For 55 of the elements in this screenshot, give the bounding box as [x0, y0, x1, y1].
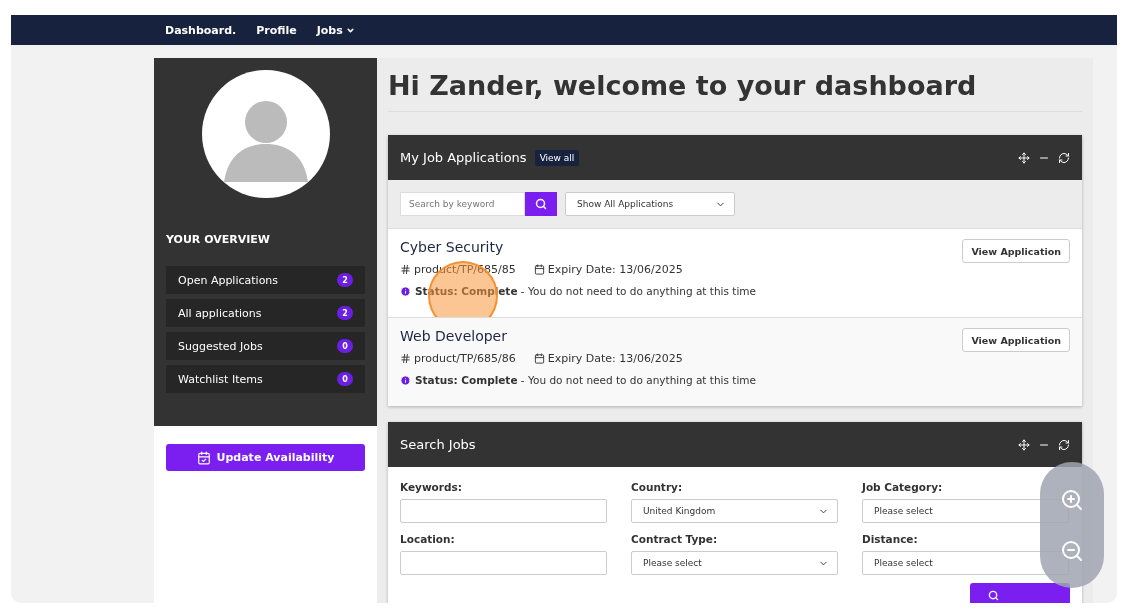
search-button[interactable]: [525, 192, 557, 216]
nav-link[interactable]: Jobs: [316, 23, 355, 37]
input-field[interactable]: [400, 551, 607, 575]
count-badge: 2: [337, 306, 353, 320]
welcome-heading: Hi Zander, welcome to your dashboard: [388, 58, 1082, 112]
info-icon: [400, 285, 411, 297]
field-label: Job Category:: [862, 481, 944, 493]
panel-title: My Job Applications: [400, 150, 527, 165]
search-icon: [988, 589, 999, 601]
calendar-check-icon: [196, 450, 211, 465]
field-label: Contract Type:: [631, 533, 719, 545]
nav-link[interactable]: Dashboard.: [165, 23, 237, 37]
expiry-text: Expiry Date: 13/06/2025: [533, 263, 683, 276]
count-badge: 0: [337, 372, 353, 386]
calendar-icon: [533, 353, 545, 364]
update-availability-button[interactable]: Update Availability: [166, 444, 365, 471]
nav-link[interactable]: Profile: [256, 23, 297, 37]
overview-item[interactable]: Open Applications 2: [166, 266, 365, 294]
refresh-icon[interactable]: [1058, 438, 1070, 451]
hash-icon: [400, 353, 411, 364]
overview-label: Suggested Jobs: [178, 339, 263, 353]
reference-text: product/TP/685/86: [400, 352, 516, 365]
expiry-text: Expiry Date: 13/06/2025: [533, 352, 683, 365]
overview-item[interactable]: Watchlist Items 0: [166, 365, 365, 393]
hash-icon: [400, 264, 411, 275]
overview-heading: YOUR OVERVIEW: [166, 233, 271, 246]
overview-label: All applications: [178, 306, 262, 320]
search-field[interactable]: Search by keyword: [400, 192, 525, 216]
overview-item[interactable]: Suggested Jobs 0: [166, 332, 365, 360]
calendar-icon: [533, 264, 545, 275]
field-label: Country:: [631, 481, 684, 493]
select-field[interactable]: United Kingdom: [631, 499, 838, 523]
status-text: Status: Complete - You do not need to do anything at this time: [415, 374, 757, 386]
overview-label: Open Applications: [178, 273, 279, 287]
view-application-button[interactable]: View Application: [962, 239, 1070, 263]
move-icon[interactable]: [1018, 151, 1030, 164]
count-badge: 2: [337, 273, 353, 287]
panel-title: Search Jobs: [400, 437, 476, 452]
select-field[interactable]: Please select: [631, 551, 838, 575]
view-all-link[interactable]: View all: [534, 149, 580, 166]
count-badge: 0: [337, 339, 353, 353]
job-title: Cyber Security: [400, 239, 505, 255]
refresh-icon[interactable]: [1058, 151, 1070, 164]
field-label: Distance:: [862, 533, 919, 545]
field-label: Location:: [400, 533, 456, 545]
info-icon: [400, 374, 411, 386]
overview-item[interactable]: All applications 2: [166, 299, 365, 327]
view-application-button[interactable]: View Application: [962, 328, 1070, 352]
input-field[interactable]: [400, 499, 607, 523]
overview-label: Watchlist Items: [178, 372, 263, 386]
search-icon: [535, 198, 547, 210]
move-icon[interactable]: [1018, 438, 1030, 451]
application-filter-select[interactable]: Show All Applications: [565, 192, 735, 216]
field-label: Keywords:: [400, 481, 463, 493]
job-title: Web Developer: [400, 328, 508, 344]
